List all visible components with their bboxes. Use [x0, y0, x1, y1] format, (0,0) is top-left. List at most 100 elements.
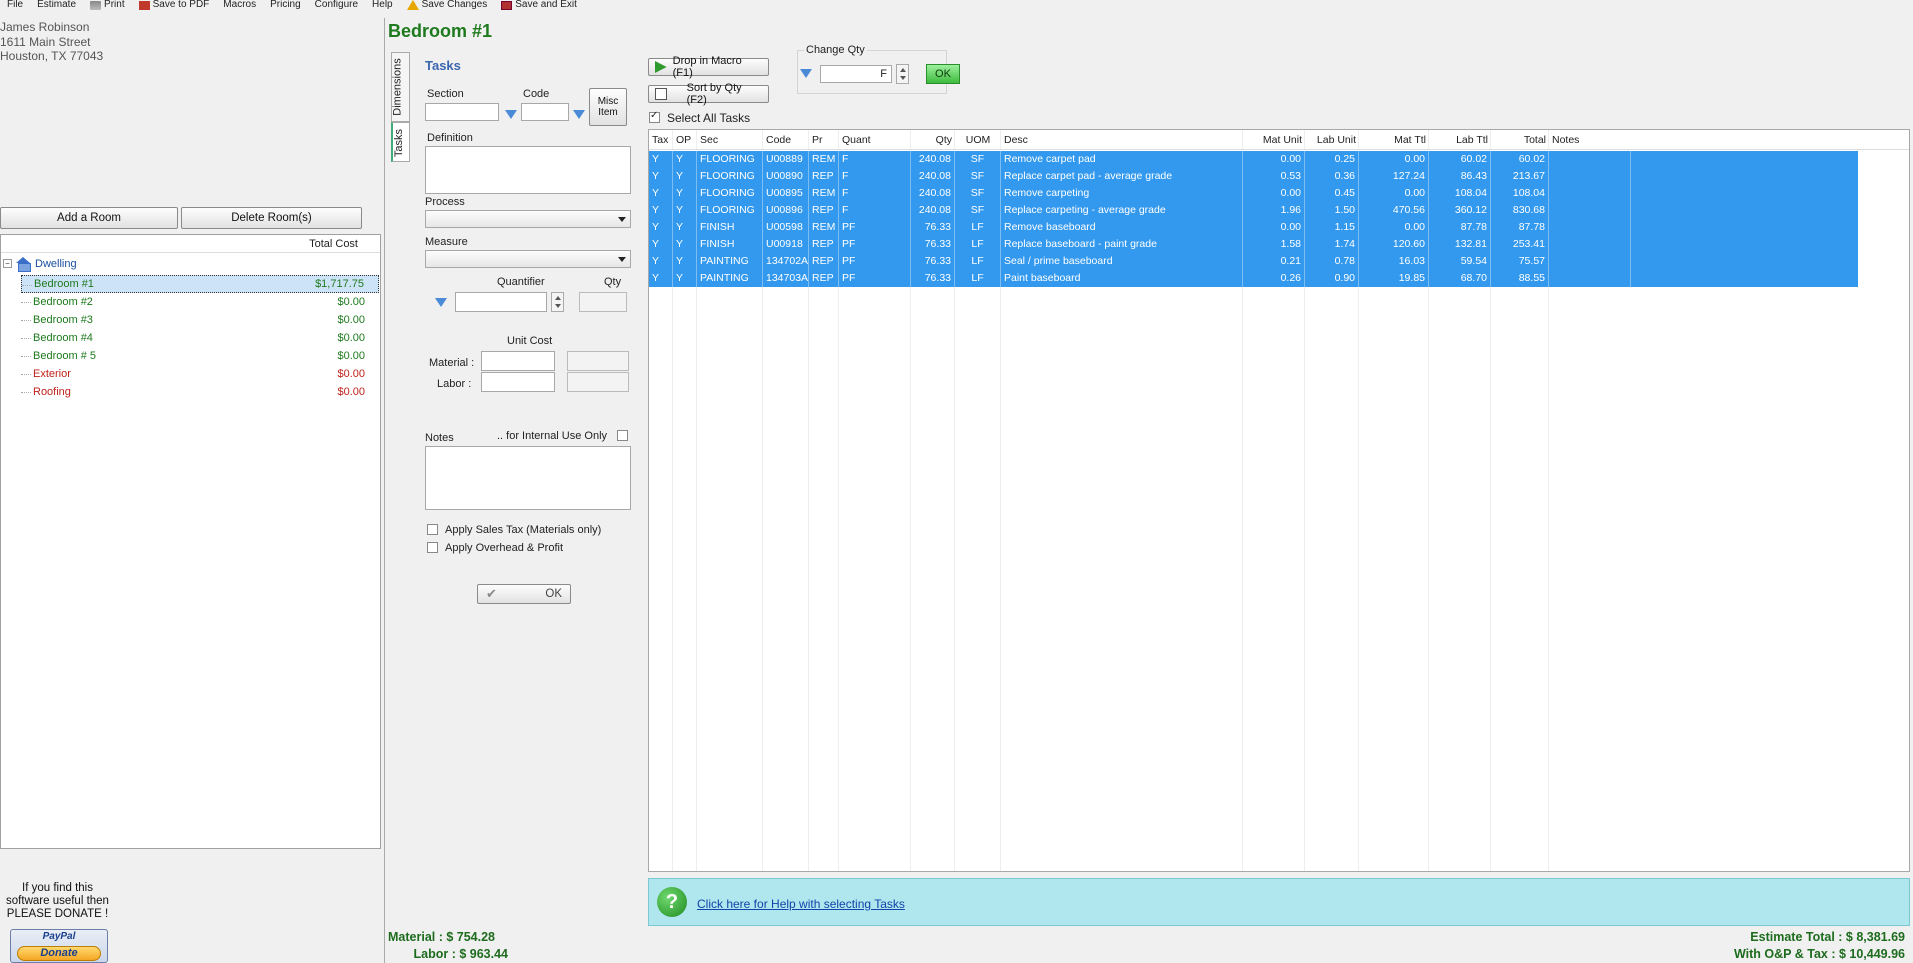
- column-header[interactable]: Code: [763, 132, 809, 149]
- section-filter-icon[interactable]: [505, 110, 517, 119]
- menu-configure[interactable]: Configure: [308, 0, 365, 10]
- delete-rooms-button[interactable]: Delete Room(s): [181, 207, 362, 229]
- room-item[interactable]: Bedroom #1 $1,717.75: [21, 275, 379, 293]
- task-cell-quant: PF: [839, 219, 911, 236]
- change-qty-stepper[interactable]: [896, 64, 909, 84]
- task-cell-lab-unit: 1.15: [1305, 219, 1359, 236]
- task-row[interactable]: Y Y FLOORING U00895 REM F 240.08 SF Remove carpe…: [649, 185, 1858, 202]
- column-header[interactable]: Mat Ttl: [1359, 132, 1429, 149]
- task-cell-op: Y: [673, 253, 697, 270]
- vertical-tabs: Dimensions Tasks: [391, 52, 410, 162]
- task-row[interactable]: Y Y FLOORING U00889 REM F 240.08 SF Remove carpe…: [649, 151, 1858, 168]
- task-cell-mat-unit: 0.00: [1243, 185, 1305, 202]
- play-icon: [655, 61, 667, 73]
- task-cell-pr: REM: [809, 185, 839, 202]
- room-item[interactable]: Bedroom #2 $0.00: [21, 293, 379, 311]
- tree-root-dwelling[interactable]: − Dwelling: [3, 257, 77, 272]
- column-header[interactable]: Total: [1491, 132, 1549, 149]
- task-cell-lab-unit: 0.90: [1305, 270, 1359, 287]
- column-header[interactable]: Tax: [649, 132, 673, 149]
- change-qty-filter-icon[interactable]: [800, 69, 812, 78]
- menu-pricing[interactable]: Pricing: [263, 0, 308, 10]
- tab-tasks[interactable]: Tasks: [391, 122, 410, 162]
- apply-sales-tax-checkbox[interactable]: [427, 524, 438, 535]
- room-tree: Total Cost − Dwelling Bedroom #1 $1,717.7…: [0, 234, 381, 849]
- apply-overhead-checkbox[interactable]: [427, 542, 438, 553]
- labor-label: Labor :: [437, 378, 472, 390]
- menu-macros[interactable]: Macros: [216, 0, 263, 10]
- menu-save-to-pdf[interactable]: Save to PDF: [132, 0, 217, 10]
- drop-in-macro-button[interactable]: Drop in Macro (F1): [648, 55, 769, 79]
- task-cell-tax: Y: [649, 219, 673, 236]
- add-room-button[interactable]: Add a Room: [0, 207, 178, 229]
- column-header[interactable]: Qty: [911, 132, 955, 149]
- change-qty-ok-button[interactable]: OK: [926, 64, 960, 84]
- menu-save-changes[interactable]: Save Changes: [400, 0, 495, 10]
- collapse-icon[interactable]: −: [3, 259, 12, 268]
- column-header[interactable]: Quant: [839, 132, 911, 149]
- menu-save-and-exit[interactable]: Save and Exit: [494, 0, 584, 10]
- task-cell-mat-unit: 1.58: [1243, 236, 1305, 253]
- code-filter-icon[interactable]: [573, 110, 585, 119]
- task-cell-code: U00889: [763, 151, 809, 168]
- tab-dimensions[interactable]: Dimensions: [391, 52, 410, 122]
- measure-select[interactable]: [425, 250, 631, 268]
- task-row[interactable]: Y Y FINISH U00918 REP PF 76.33 LF Replace basebo…: [649, 236, 1858, 253]
- quantifier-stepper[interactable]: [551, 292, 564, 312]
- column-header[interactable]: Notes: [1549, 132, 1631, 149]
- sort-by-qty-button[interactable]: Sort by Qty (F2): [648, 82, 769, 106]
- task-cell-tax: Y: [649, 253, 673, 270]
- section-input[interactable]: [425, 103, 499, 121]
- task-cell-quant: F: [839, 151, 911, 168]
- room-item[interactable]: Bedroom # 5 $0.00: [21, 347, 379, 365]
- form-ok-button[interactable]: ✔ OK: [477, 584, 571, 604]
- change-qty-group: Change Qty F OK: [797, 44, 960, 94]
- help-bar: ? Click here for Help with selecting Tas…: [648, 878, 1910, 926]
- task-cell-uom: SF: [955, 185, 1001, 202]
- task-row[interactable]: Y Y PAINTING 134702A REP PF 76.33 LF Seal / prim…: [649, 253, 1858, 270]
- notes-field[interactable]: [425, 446, 631, 510]
- room-item[interactable]: Bedroom #4 $0.00: [21, 329, 379, 347]
- room-item[interactable]: Exterior $0.00: [21, 365, 379, 383]
- quantifier-filter-icon[interactable]: [435, 298, 447, 307]
- menu-estimate[interactable]: Estimate: [30, 0, 83, 10]
- pdf-icon: [138, 0, 150, 10]
- material-cost-input[interactable]: [481, 351, 555, 371]
- paypal-donate-button[interactable]: PayPal Donate: [10, 929, 108, 963]
- column-header[interactable]: Mat Unit: [1243, 132, 1305, 149]
- task-row[interactable]: Y Y PAINTING 134703A REP PF 76.33 LF Paint baseb…: [649, 270, 1858, 287]
- column-header[interactable]: Sec: [697, 132, 763, 149]
- select-all-tasks-checkbox[interactable]: [649, 110, 660, 123]
- room-item[interactable]: Roofing $0.00: [21, 383, 379, 401]
- change-qty-input[interactable]: F: [820, 65, 892, 83]
- task-cell-notes: [1549, 185, 1631, 202]
- column-header[interactable]: UOM: [955, 132, 1001, 149]
- column-header[interactable]: Pr: [809, 132, 839, 149]
- task-row[interactable]: Y Y FLOORING U00890 REP F 240.08 SF Replace carp…: [649, 168, 1858, 185]
- qty-field: [579, 292, 627, 312]
- misc-item-button[interactable]: Misc Item: [589, 88, 627, 126]
- task-cell-lab-unit: 1.74: [1305, 236, 1359, 253]
- menu-help[interactable]: Help: [365, 0, 400, 10]
- printer-icon: [90, 0, 102, 10]
- column-header[interactable]: Lab Unit: [1305, 132, 1359, 149]
- menu-print[interactable]: Print: [83, 0, 132, 10]
- code-input[interactable]: [521, 103, 569, 121]
- room-item[interactable]: Bedroom #3 $0.00: [21, 311, 379, 329]
- task-cell-lab-ttl: 59.54: [1429, 253, 1491, 270]
- labor-cost-input[interactable]: [481, 372, 555, 392]
- task-row[interactable]: Y Y FINISH U00598 REM PF 76.33 LF Remove baseboa…: [649, 219, 1858, 236]
- internal-use-checkbox[interactable]: [617, 430, 628, 441]
- task-cell-mat-unit: 0.00: [1243, 219, 1305, 236]
- help-link[interactable]: Click here for Help with selecting Tasks: [697, 897, 905, 911]
- menu-file[interactable]: File: [0, 0, 30, 10]
- quantifier-input[interactable]: [455, 292, 547, 312]
- room-name: Bedroom #3: [33, 314, 93, 326]
- help-icon[interactable]: ?: [657, 887, 687, 917]
- column-header[interactable]: OP: [673, 132, 697, 149]
- process-select[interactable]: [425, 210, 631, 228]
- column-header[interactable]: Lab Ttl: [1429, 132, 1491, 149]
- column-header[interactable]: Desc: [1001, 132, 1243, 149]
- task-row[interactable]: Y Y FLOORING U00896 REP F 240.08 SF Replace carp…: [649, 202, 1858, 219]
- definition-field[interactable]: [425, 146, 631, 194]
